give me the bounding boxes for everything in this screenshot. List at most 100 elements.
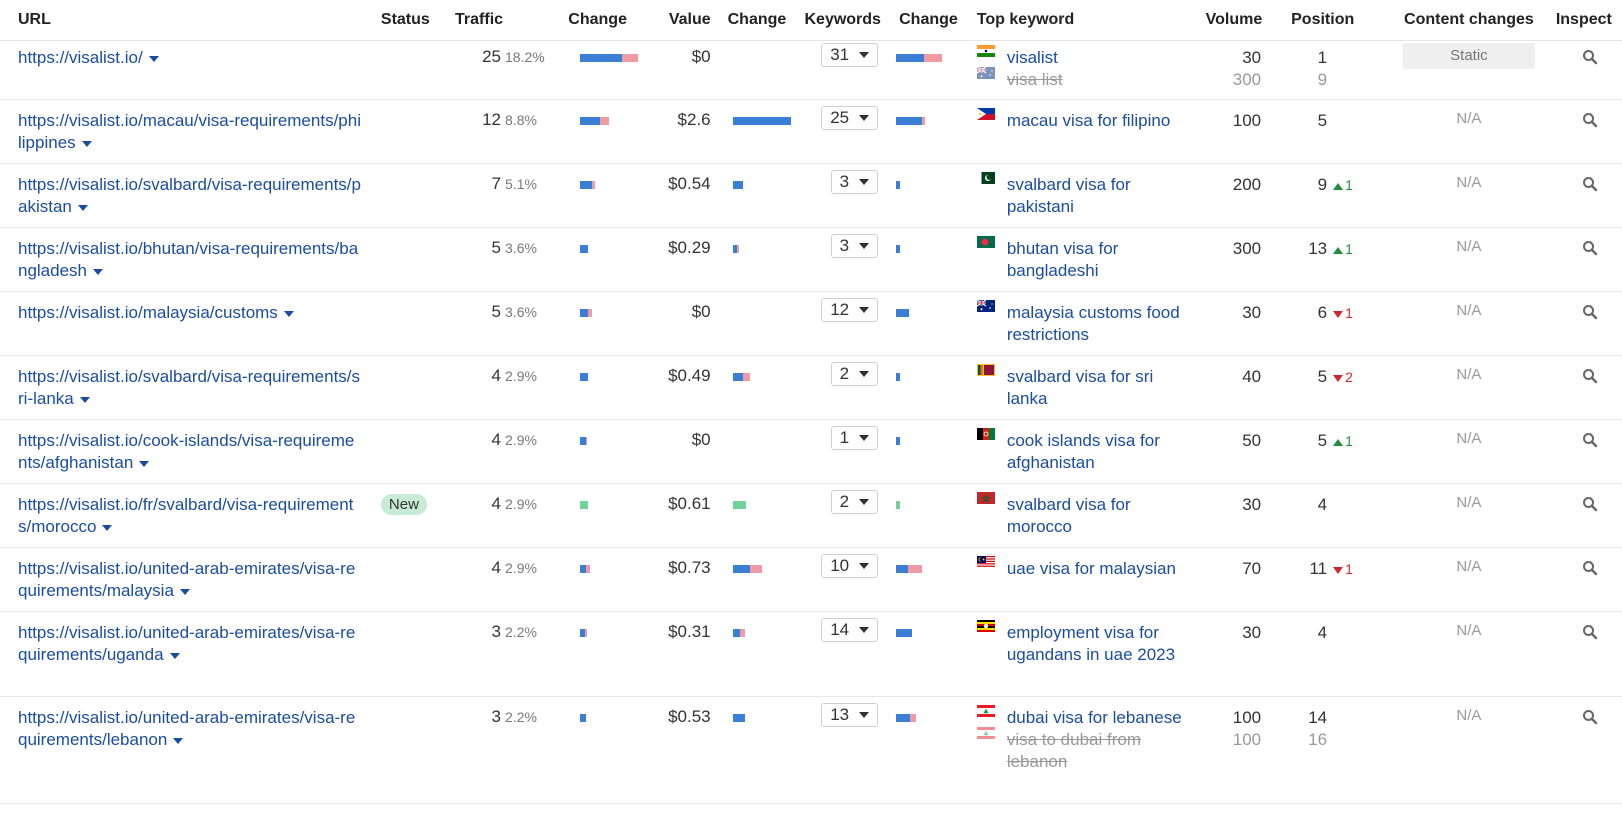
position-cell: 14 16 <box>1265 696 1393 804</box>
page-url-link[interactable]: https://visalist.io/bhutan/visa-requirem… <box>18 239 358 280</box>
page-url-link[interactable]: https://visalist.io/fr/svalbard/visa-req… <box>18 495 353 536</box>
col-value-change[interactable]: Change <box>714 0 800 41</box>
keywords-dropdown[interactable]: 10 <box>821 554 879 578</box>
inspect-button[interactable] <box>1582 305 1598 324</box>
col-content-changes[interactable]: Content changes <box>1392 0 1546 41</box>
position-line: 11 1 <box>1269 558 1388 580</box>
url-dropdown-caret-icon[interactable] <box>79 396 90 403</box>
keyword-link[interactable]: cook islands visa for afghanistan <box>1007 430 1198 474</box>
inspect-button[interactable] <box>1582 497 1598 516</box>
inspect-button[interactable] <box>1582 561 1598 580</box>
url-dropdown-caret-icon[interactable] <box>179 588 190 595</box>
volume-value: 300 <box>1232 70 1262 89</box>
col-status[interactable]: Status <box>376 0 452 41</box>
traffic-change-bar <box>580 117 610 125</box>
keywords-dropdown[interactable]: 2 <box>830 490 879 514</box>
table-row: https://visalist.io/malaysia/customs 5 3.6… <box>0 291 1622 356</box>
page-url-link[interactable]: https://visalist.io/united-arab-emirates… <box>18 708 355 749</box>
keyword-link[interactable]: visa list <box>1007 69 1063 91</box>
url-dropdown-caret-icon[interactable] <box>77 204 88 211</box>
content-changes-value: N/A <box>1456 430 1482 447</box>
page-url-link[interactable]: https://visalist.io/macau/visa-requireme… <box>18 111 361 152</box>
keywords-dropdown[interactable]: 14 <box>821 618 879 642</box>
keywords-dropdown[interactable]: 2 <box>830 362 879 386</box>
url-dropdown-caret-icon[interactable] <box>93 268 104 275</box>
keyword-link[interactable]: visalist <box>1007 47 1058 69</box>
keywords-count: 12 <box>830 300 850 319</box>
value-change-bar-pink-segment <box>736 245 739 253</box>
traffic-change-bar <box>580 309 593 317</box>
inspect-button[interactable] <box>1582 241 1598 260</box>
keyword-link[interactable]: employment visa for ugandans in uae 2023 <box>1007 622 1198 666</box>
col-keywords[interactable]: Keywords <box>799 0 887 41</box>
position-cell: 61 <box>1265 291 1393 356</box>
keyword-link[interactable]: svalbard visa for sri lanka <box>1007 366 1198 410</box>
inspect-button[interactable] <box>1582 433 1598 452</box>
url-dropdown-caret-icon[interactable] <box>81 140 92 147</box>
url-dropdown-caret-icon[interactable] <box>283 310 294 317</box>
inspect-button[interactable] <box>1582 113 1598 132</box>
col-keywords-change[interactable]: Change <box>886 0 971 41</box>
keywords-dropdown[interactable]: 25 <box>821 106 879 130</box>
value-cell: $0 <box>648 40 715 100</box>
keywords-change-bar-blue-segment <box>896 565 909 573</box>
table-row: https://visalist.io/svalbard/visa-requir… <box>0 163 1622 228</box>
keywords-dropdown[interactable]: 3 <box>830 234 879 258</box>
keyword-link[interactable]: dubai visa for lebanese <box>1007 707 1182 729</box>
page-url-link[interactable]: https://visalist.io/cook-islands/visa-re… <box>18 431 354 472</box>
url-dropdown-caret-icon[interactable] <box>169 652 180 659</box>
col-traffic-change[interactable]: Change <box>564 0 649 41</box>
page-url-link[interactable]: https://visalist.io/svalbard/visa-requir… <box>18 367 360 408</box>
page-url-link[interactable]: https://visalist.io/malaysia/customs <box>18 303 278 322</box>
keyword-link[interactable]: uae visa for malaysian <box>1007 558 1176 580</box>
keyword-link[interactable]: svalbard visa for pakistani <box>1007 174 1198 218</box>
inspect-button[interactable] <box>1582 177 1598 196</box>
traffic-value: 12 <box>482 110 502 129</box>
page-url-link[interactable]: https://visalist.io/svalbard/visa-requir… <box>18 175 361 216</box>
value-change-cell <box>714 355 800 420</box>
keywords-dropdown[interactable]: 1 <box>830 426 879 450</box>
keywords-change-bar <box>896 245 901 253</box>
col-value[interactable]: Value <box>648 0 715 41</box>
inspect-button[interactable] <box>1582 369 1598 388</box>
keywords-dropdown[interactable]: 3 <box>830 170 879 194</box>
content-changes-cell: N/A <box>1392 483 1546 548</box>
content-changes-value: N/A <box>1456 366 1482 383</box>
col-inspect[interactable]: Inspect <box>1545 0 1622 41</box>
col-volume[interactable]: Volume <box>1201 0 1266 41</box>
col-position[interactable]: Position <box>1265 0 1393 41</box>
keywords-dropdown[interactable]: 12 <box>821 298 879 322</box>
traffic-value: 4 <box>491 366 502 385</box>
inspect-button[interactable] <box>1582 710 1598 729</box>
keyword-link[interactable]: bhutan visa for bangladeshi <box>1007 238 1198 282</box>
keywords-count: 25 <box>830 108 850 127</box>
volume-value: 30 <box>1242 495 1262 514</box>
col-top-keyword[interactable]: Top keyword <box>970 0 1202 41</box>
keywords-dropdown[interactable]: 31 <box>821 43 879 67</box>
keyword-link[interactable]: visa to dubai from lebanon <box>1007 729 1198 773</box>
inspect-button[interactable] <box>1582 625 1598 644</box>
page-url-link[interactable]: https://visalist.io/ <box>18 48 143 67</box>
traffic-change-cell <box>564 419 649 484</box>
content-changes-value: N/A <box>1456 238 1482 255</box>
keyword-link[interactable]: macau visa for filipino <box>1007 110 1170 132</box>
traffic-value: 4 <box>491 494 502 513</box>
url-dropdown-caret-icon[interactable] <box>139 460 150 467</box>
keywords-cell: 31 <box>799 40 887 100</box>
url-dropdown-caret-icon[interactable] <box>102 524 113 531</box>
traffic-value: 25 <box>482 47 502 66</box>
url-dropdown-caret-icon[interactable] <box>173 737 184 744</box>
keyword-link[interactable]: malaysia customs food restrictions <box>1007 302 1198 346</box>
keyword-link[interactable]: svalbard visa for morocco <box>1007 494 1198 538</box>
inspect-button[interactable] <box>1582 50 1598 69</box>
traffic-change-bar <box>580 373 589 381</box>
col-url[interactable]: URL <box>0 0 377 41</box>
traffic-cell: 5 3.6% <box>451 291 565 356</box>
url-dropdown-caret-icon[interactable] <box>148 55 159 62</box>
keywords-dropdown[interactable]: 13 <box>821 703 879 727</box>
keywords-change-bar-blue-segment <box>896 245 901 253</box>
col-traffic[interactable]: Traffic <box>451 0 565 41</box>
top-keyword-cell: visalist visa list <box>970 40 1202 100</box>
keywords-count: 1 <box>839 428 850 447</box>
page-url-link[interactable]: https://visalist.io/united-arab-emirates… <box>18 623 355 664</box>
